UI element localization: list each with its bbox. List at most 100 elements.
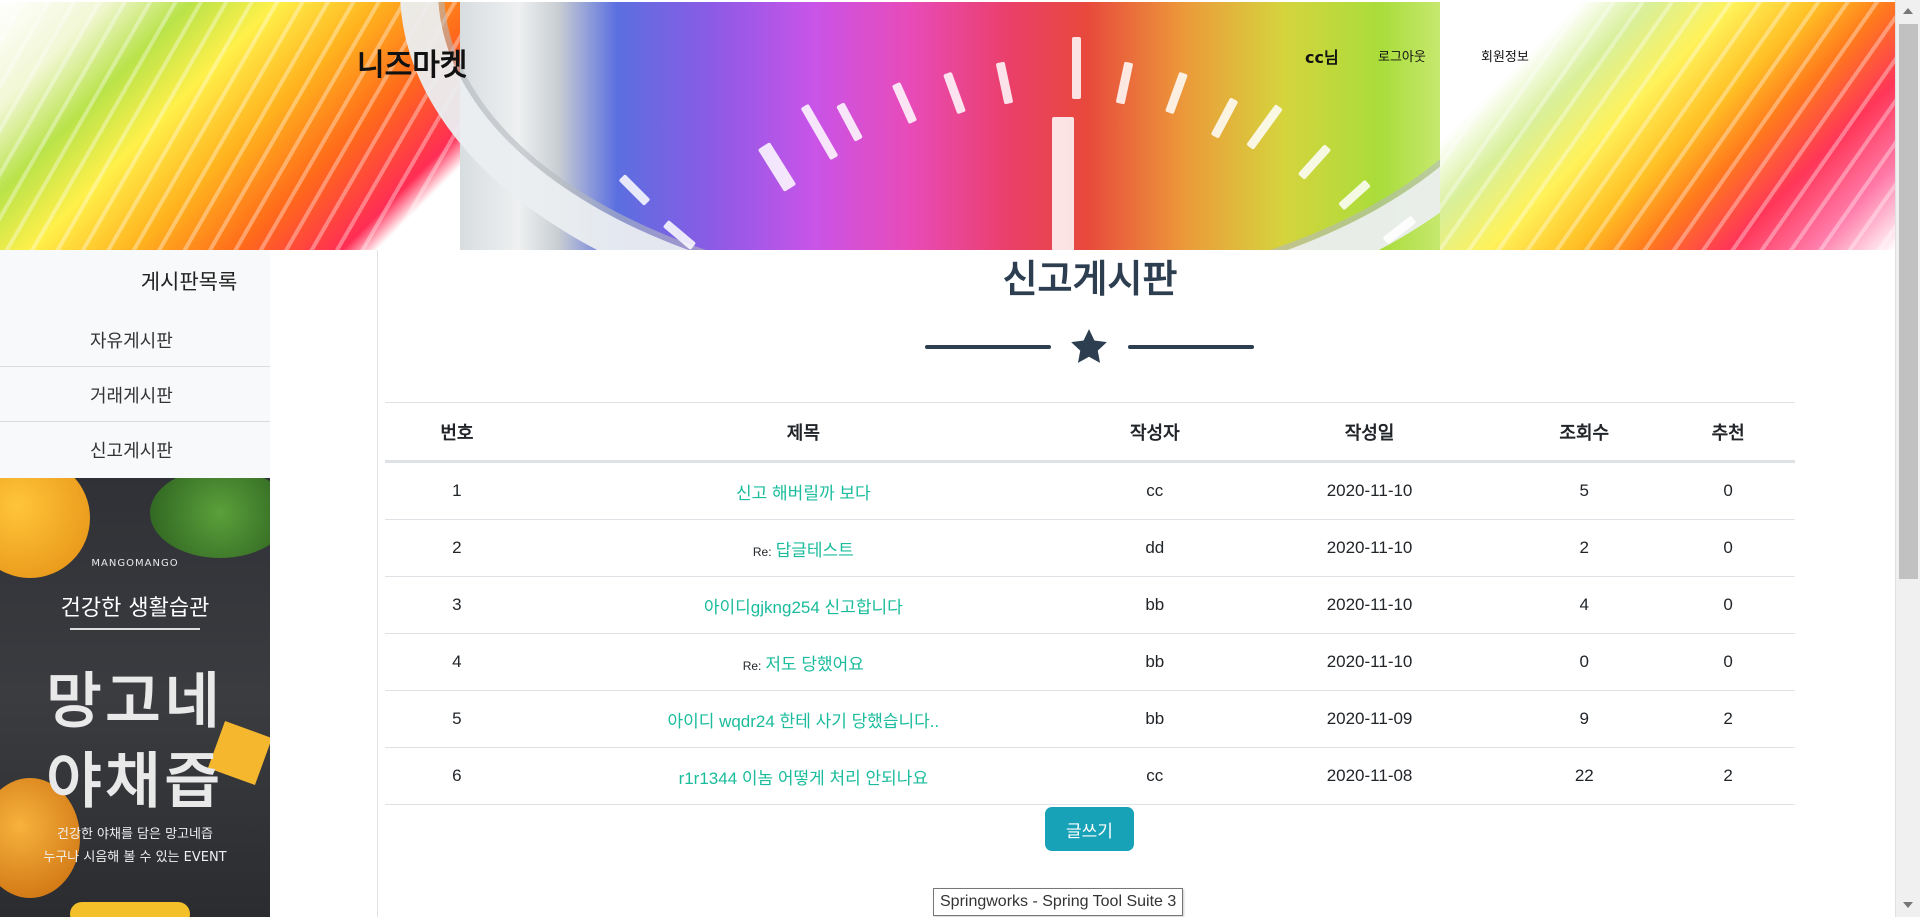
post-number: 5: [385, 690, 529, 748]
table-row[interactable]: 4 Re: 저도 당했어요 bb 2020-11-10 0 0: [385, 633, 1795, 691]
post-title-link[interactable]: 저도 당했어요: [765, 655, 864, 674]
post-likes: 0: [1661, 576, 1795, 634]
column-header-views[interactable]: 조회수: [1507, 402, 1662, 463]
post-likes: 0: [1661, 519, 1795, 577]
scroll-down-arrow-icon[interactable]: [1903, 902, 1913, 908]
table-row[interactable]: 1 신고 해버릴까 보다 cc 2020-11-10 5 0: [385, 461, 1795, 520]
column-header-likes[interactable]: 추천: [1661, 402, 1795, 463]
divider-line-left: [925, 345, 1051, 349]
sidebar-item-free-board[interactable]: 자유게시판: [0, 312, 270, 367]
promo-headline-2: 야채즙: [46, 747, 224, 817]
sidebar-title: 게시판목록: [140, 270, 238, 294]
banner-tick: [836, 102, 863, 142]
sidebar-item-trade-board[interactable]: 거래게시판: [0, 367, 270, 422]
page-scrollbar[interactable]: [1895, 0, 1920, 917]
post-number: 1: [385, 461, 529, 520]
post-date: 2020-11-09: [1231, 690, 1508, 748]
banner-tick: [995, 61, 1014, 105]
table-row[interactable]: 6 r1r1344 이놈 어떻게 처리 안되나요 cc 2020-11-08 2…: [385, 747, 1795, 805]
banner-tick: [1115, 61, 1134, 105]
post-title-link[interactable]: 아이디gjkng254 신고합니다: [704, 598, 903, 617]
board-table: 번호 제목 작성자 작성일 조회수 추천 1 신고 해버릴까 보다 cc 202…: [385, 402, 1795, 805]
promo-subtitle: 건강한 생활습관: [60, 596, 210, 621]
board-title: 신고게시판: [1002, 257, 1178, 301]
post-author: dd: [1077, 519, 1232, 577]
content-divider: [377, 250, 378, 917]
post-author: cc: [1077, 747, 1232, 805]
taskbar-tooltip: Springworks - Spring Tool Suite 3: [933, 888, 1184, 916]
post-date: 2020-11-08: [1231, 747, 1508, 805]
site-title[interactable]: 니즈마켓: [357, 40, 467, 84]
sidebar-item-label: 거래게시판: [90, 386, 173, 407]
banner-tick: [1338, 179, 1371, 211]
post-title-cell: 아이디 wqdr24 한테 사기 당했습니다..: [528, 690, 1078, 748]
sidebar-item-label: 자유게시판: [90, 331, 173, 352]
post-number: 3: [385, 576, 529, 634]
post-likes: 2: [1661, 690, 1795, 748]
promo-event-button[interactable]: [70, 902, 190, 917]
header-banner: [0, 2, 1895, 250]
promo-headline-1: 망고네: [46, 667, 224, 737]
post-author: bb: [1077, 690, 1232, 748]
promo-brand: MANGOMANGO: [91, 558, 179, 569]
star-icon: [1071, 329, 1107, 363]
scrollbar-thumb[interactable]: [1899, 24, 1918, 579]
post-title-cell: 아이디gjkng254 신고합니다: [528, 576, 1078, 634]
post-title-cell: 신고 해버릴까 보다: [528, 461, 1078, 520]
post-title-link[interactable]: r1r1344 이놈 어떻게 처리 안되나요: [679, 769, 929, 788]
logout-link[interactable]: 로그아웃: [1378, 46, 1426, 65]
post-views: 4: [1507, 576, 1662, 634]
post-likes: 0: [1661, 633, 1795, 691]
banner-tick: [1246, 104, 1283, 150]
member-info-link[interactable]: 회원정보: [1481, 46, 1529, 65]
post-title-link[interactable]: 아이디 wqdr24 한테 사기 당했습니다..: [667, 712, 939, 731]
banner-tick: [1297, 144, 1332, 180]
post-views: 2: [1507, 519, 1662, 577]
post-title-link[interactable]: 답글테스트: [776, 541, 854, 560]
post-number: 6: [385, 747, 529, 805]
column-header-author[interactable]: 작성자: [1077, 402, 1232, 463]
greens-image: [150, 478, 270, 558]
post-views: 9: [1507, 690, 1662, 748]
post-date: 2020-11-10: [1231, 576, 1508, 634]
post-number: 2: [385, 519, 529, 577]
sidebar-item-report-board[interactable]: 신고게시판: [0, 422, 270, 476]
post-title-cell: Re: 저도 당했어요: [528, 633, 1078, 691]
sidebar-item-label: 신고게시판: [90, 441, 173, 462]
column-header-date[interactable]: 작성일: [1231, 402, 1508, 463]
banner-tick: [1382, 215, 1417, 245]
banner-tick: [891, 81, 918, 125]
banner-tick: [757, 142, 797, 192]
scroll-up-arrow-icon[interactable]: [1903, 8, 1913, 14]
post-title-cell: r1r1344 이놈 어떻게 처리 안되나요: [528, 747, 1078, 805]
write-post-button[interactable]: 글쓰기: [1045, 807, 1134, 851]
post-likes: 2: [1661, 747, 1795, 805]
table-row[interactable]: 2 Re: 답글테스트 dd 2020-11-10 2 0: [385, 519, 1795, 577]
post-date: 2020-11-10: [1231, 633, 1508, 691]
post-likes: 0: [1661, 461, 1795, 520]
post-author: bb: [1077, 633, 1232, 691]
post-title-cell: Re: 답글테스트: [528, 519, 1078, 577]
post-title-link[interactable]: 신고 해버릴까 보다: [736, 484, 871, 503]
promo-line-2: 누구나 시음해 볼 수 있는 EVENT: [43, 850, 227, 865]
reply-prefix: Re:: [752, 544, 772, 559]
divider-line-right: [1128, 345, 1254, 349]
reply-prefix: Re:: [742, 658, 762, 673]
post-author: cc: [1077, 461, 1232, 520]
banner-tick: [618, 174, 651, 206]
table-row[interactable]: 5 아이디 wqdr24 한테 사기 당했습니다.. bb 2020-11-09…: [385, 690, 1795, 748]
column-header-title[interactable]: 제목: [528, 402, 1078, 463]
promo-banner[interactable]: MANGOMANGO 건강한 생활습관 망고네 야채즙 건강한 야채를 담은 망…: [0, 478, 270, 917]
post-author: bb: [1077, 576, 1232, 634]
table-row[interactable]: 3 아이디gjkng254 신고합니다 bb 2020-11-10 4 0: [385, 576, 1795, 634]
banner-right-art: [1440, 2, 1895, 250]
banner-tick: [943, 71, 966, 115]
banner-tick: [1210, 97, 1239, 139]
post-views: 0: [1507, 633, 1662, 691]
column-header-number[interactable]: 번호: [385, 402, 529, 463]
promo-line-1: 건강한 야채를 담은 망고네즙: [57, 827, 213, 842]
table-header-row: 번호 제목 작성자 작성일 조회수 추천: [385, 402, 1795, 463]
post-date: 2020-11-10: [1231, 519, 1508, 577]
user-greeting: cc님: [1305, 48, 1339, 67]
post-date: 2020-11-10: [1231, 461, 1508, 520]
